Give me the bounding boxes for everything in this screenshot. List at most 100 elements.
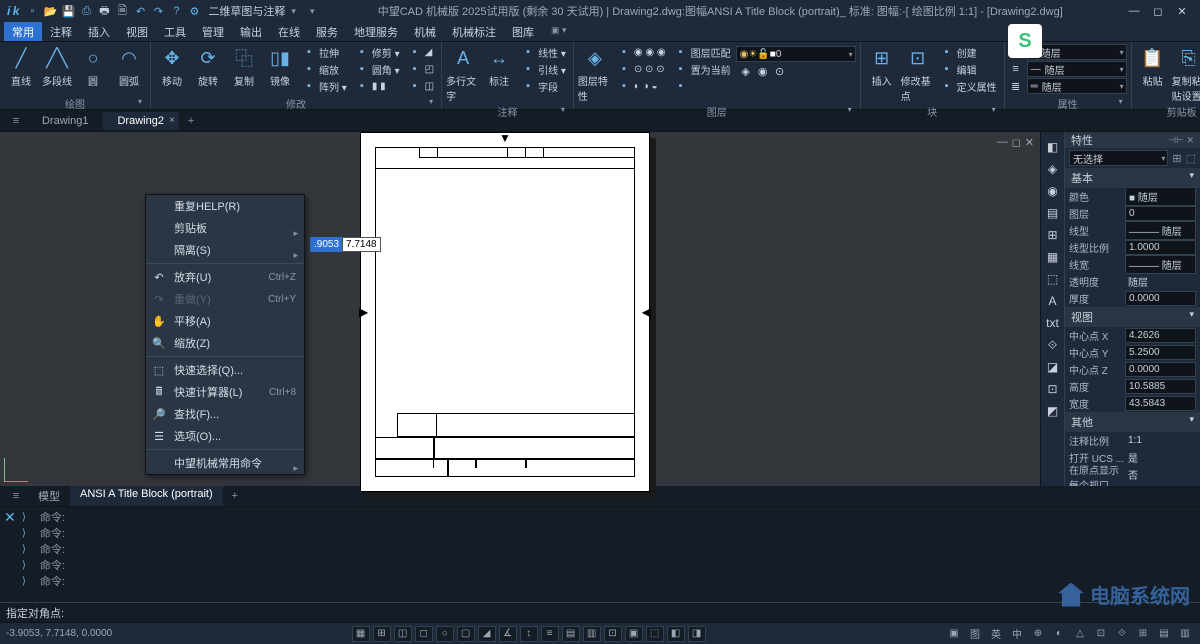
- ribbon-small-btn[interactable]: ▪缩放: [299, 61, 350, 77]
- ribbon-small-btn[interactable]: ▪⊙ ⊙ ⊙: [614, 61, 669, 77]
- arc-button[interactable]: ◠圆弧: [112, 44, 146, 88]
- panel-label[interactable]: 图层▾: [578, 103, 856, 117]
- context-item-1[interactable]: 剪贴板: [146, 217, 304, 239]
- command-input[interactable]: 指定对角点:: [0, 602, 1200, 622]
- ribbon-small-btn[interactable]: ▪图层匹配: [671, 44, 734, 60]
- status-toggle-10[interactable]: ▤: [562, 626, 580, 642]
- ribbon-small-btn[interactable]: ▪圆角 ▾: [352, 61, 403, 77]
- new-layout-button[interactable]: +: [223, 486, 247, 506]
- prop-row[interactable]: 高度10.5885: [1065, 378, 1200, 395]
- status-toggle-0[interactable]: ▦: [352, 626, 370, 642]
- mirror-button[interactable]: ▯▮镜像: [263, 44, 297, 88]
- prop-row[interactable]: 线型比例1.0000: [1065, 239, 1200, 256]
- ribbon-small-btn[interactable]: ▪修剪 ▾: [352, 44, 403, 60]
- vp-minimize-icon[interactable]: —: [997, 136, 1008, 149]
- status-toggle-6[interactable]: ◢: [478, 626, 496, 642]
- status-toggle-13[interactable]: ▣: [625, 626, 643, 642]
- prop-row[interactable]: 每个视口都...是: [1065, 483, 1200, 486]
- status-toggle-14[interactable]: ⬚: [646, 626, 664, 642]
- prop-row[interactable]: 透明度随层: [1065, 273, 1200, 290]
- status-right-3[interactable]: 中: [1008, 626, 1026, 642]
- close-button[interactable]: ✕: [1174, 4, 1190, 18]
- palette-tab-10[interactable]: ◪: [1044, 358, 1062, 376]
- status-toggle-3[interactable]: ◻: [415, 626, 433, 642]
- preview-icon[interactable]: 🗎: [114, 3, 130, 19]
- palette-tab-7[interactable]: A: [1044, 292, 1062, 310]
- tabs-menu-icon[interactable]: ≡: [4, 111, 28, 131]
- menu-0[interactable]: 常用: [4, 22, 42, 41]
- saveas-icon[interactable]: ⎙: [78, 3, 94, 19]
- menu-5[interactable]: 管理: [194, 22, 232, 41]
- menu-4[interactable]: 工具: [156, 22, 194, 41]
- ribbon-small-btn[interactable]: ▪引线 ▾: [518, 61, 569, 77]
- palette-tab-5[interactable]: ▦: [1044, 248, 1062, 266]
- quick-select-icon[interactable]: ⬚: [1186, 152, 1196, 165]
- context-item-0[interactable]: 重复HELP(R): [146, 195, 304, 217]
- menu-1[interactable]: 注释: [42, 22, 80, 41]
- minimize-button[interactable]: —: [1126, 4, 1142, 18]
- status-right-6[interactable]: △: [1071, 626, 1089, 642]
- status-toggle-15[interactable]: ◧: [667, 626, 685, 642]
- move-button[interactable]: ✥移动: [155, 44, 189, 88]
- context-item-9[interactable]: ⬚快速选择(Q)...: [146, 359, 304, 381]
- copy-button[interactable]: ⿻复制: [227, 44, 261, 88]
- ribbon-small-btn[interactable]: ▪拉伸: [299, 44, 350, 60]
- prop-row[interactable]: 注释比例1:1: [1065, 432, 1200, 449]
- ribbon-small-btn[interactable]: ▪定义属性: [937, 78, 1000, 94]
- ribbon-small-btn[interactable]: ▪◰: [405, 61, 437, 77]
- prop-section-header[interactable]: 视图▾: [1065, 307, 1200, 327]
- rotate-button[interactable]: ⟳旋转: [191, 44, 225, 88]
- ribbon-small-btn[interactable]: ▪阵列 ▾: [299, 78, 350, 94]
- palette-tab-6[interactable]: ⬚: [1044, 270, 1062, 288]
- dim-button[interactable]: ↔标注: [482, 44, 516, 88]
- palette-tab-0[interactable]: ◧: [1044, 138, 1062, 156]
- status-toggle-8[interactable]: ↕: [520, 626, 538, 642]
- ribbon-small-btn[interactable]: ▪◉ ◉ ◉: [614, 44, 669, 60]
- status-right-9[interactable]: ⊞: [1134, 626, 1152, 642]
- status-right-5[interactable]: ◐: [1050, 626, 1068, 642]
- doc-tab-1[interactable]: Drawing2: [103, 112, 178, 130]
- layout-tab-1[interactable]: ANSI A Title Block (portrait): [70, 486, 223, 506]
- undo-icon[interactable]: ↶: [132, 3, 148, 19]
- selection-combo[interactable]: 无选择: [1069, 150, 1168, 166]
- context-item-12[interactable]: ☰选项(O)...: [146, 425, 304, 447]
- context-item-11[interactable]: 🔎查找(F)...: [146, 403, 304, 425]
- context-item-4[interactable]: ↶放弃(U)Ctrl+Z: [146, 266, 304, 288]
- insert-button[interactable]: ⊞插入: [865, 44, 899, 88]
- status-toggle-16[interactable]: ◨: [688, 626, 706, 642]
- status-right-10[interactable]: ▤: [1155, 626, 1173, 642]
- panel-label[interactable]: 块▾: [865, 103, 1000, 117]
- menu-12[interactable]: 图库: [504, 22, 542, 41]
- ribbon-small-btn[interactable]: ▪◫: [405, 78, 437, 94]
- context-item-7[interactable]: 🔍缩放(Z): [146, 332, 304, 354]
- status-right-1[interactable]: 图: [966, 626, 984, 642]
- layout-menu-icon[interactable]: ≡: [4, 486, 28, 506]
- new-tab-button[interactable]: +: [179, 111, 203, 131]
- help-icon[interactable]: ?: [168, 3, 184, 19]
- open-icon[interactable]: 📂: [42, 3, 58, 19]
- circle-button[interactable]: ○圆: [76, 44, 110, 88]
- palette-tab-2[interactable]: ◉: [1044, 182, 1062, 200]
- palette-tab-12[interactable]: ◩: [1044, 402, 1062, 420]
- prop-row[interactable]: 厚度0.0000: [1065, 290, 1200, 307]
- paste-button[interactable]: 📋粘贴: [1136, 44, 1170, 88]
- cmd-close-icon[interactable]: ✕: [4, 509, 16, 526]
- status-right-7[interactable]: ⊡: [1092, 626, 1110, 642]
- layer-combo[interactable]: ◉ ☀ 🔓 ■ 0: [736, 46, 856, 62]
- panel-label[interactable]: 注释▾: [446, 103, 569, 117]
- status-toggle-11[interactable]: ▥: [583, 626, 601, 642]
- prop-row[interactable]: 中心点 X4.2626: [1065, 327, 1200, 344]
- context-item-10[interactable]: 🖩快速计算器(L)Ctrl+8: [146, 381, 304, 403]
- panel-label[interactable]: 属性▾: [1009, 95, 1127, 109]
- redo-icon[interactable]: ↷: [150, 3, 166, 19]
- status-toggle-2[interactable]: ◫: [394, 626, 412, 642]
- ribbon-small-btn[interactable]: ▪线性 ▾: [518, 44, 569, 60]
- panel-label[interactable]: 剪贴板▾: [1136, 103, 1200, 117]
- pick-add-icon[interactable]: ⊞: [1168, 152, 1185, 165]
- menu-8[interactable]: 服务: [308, 22, 346, 41]
- ribbon-small-btn[interactable]: ▪创建: [937, 44, 1000, 60]
- status-right-0[interactable]: ▣: [945, 626, 963, 642]
- context-item-2[interactable]: 隔离(S): [146, 239, 304, 261]
- ribbon-small-btn[interactable]: ▪▮ ▮: [352, 78, 403, 94]
- prop-row[interactable]: 中心点 Z0.0000: [1065, 361, 1200, 378]
